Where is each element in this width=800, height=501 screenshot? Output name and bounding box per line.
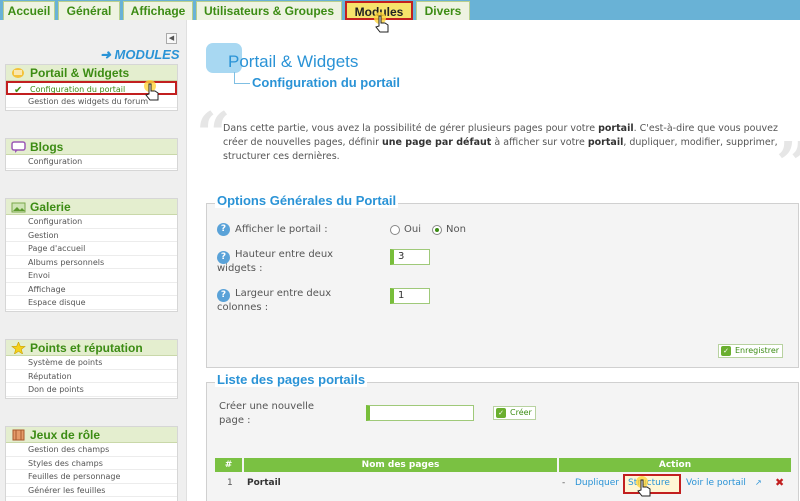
sidebar-item-gestion-champs[interactable]: Gestion des champs (6, 443, 177, 457)
create-page-input[interactable] (366, 405, 474, 421)
options-fieldset: Options Générales du Portail ? Afficher … (206, 193, 799, 368)
create-button[interactable]: ✓ Créer (493, 406, 536, 420)
star-icon (11, 342, 26, 354)
create-page-label-cont: page : (219, 415, 251, 426)
sidebar-item-galerie-gestion[interactable]: Gestion (6, 229, 177, 242)
col-header-action: Action (559, 458, 791, 472)
sidebar-section-jeux-role: Jeux de rôle Gestion des champs Styles d… (5, 426, 178, 501)
col-header-name: Nom des pages (244, 458, 557, 472)
main-content: Portail & Widgets Configuration du porta… (188, 20, 800, 501)
hand-cursor-icon (636, 476, 651, 497)
tab-affichage[interactable]: Affichage (123, 1, 193, 20)
sidebar-section-blogs: Blogs Configuration (5, 138, 178, 171)
save-button[interactable]: ✓ Enregistrer (718, 344, 784, 358)
sidebar-item-generer-feuilles[interactable]: Générer les feuilles (6, 484, 177, 497)
help-icon[interactable]: ? (217, 223, 230, 236)
tab-general[interactable]: Général (58, 1, 120, 20)
height-input[interactable]: 3 (390, 249, 430, 265)
roleplay-icon (12, 429, 25, 441)
sidebar-section-title: Portail & Widgets (30, 66, 130, 80)
sidebar-item-feuilles-personnage[interactable]: Feuilles de personnage (6, 470, 177, 484)
sidebar-section-points: Points et réputation Système de points R… (5, 339, 178, 399)
row-dash: - (562, 478, 566, 488)
add-icon: ✓ (496, 408, 506, 418)
save-icon: ✓ (721, 346, 731, 356)
width-label-cont: colonnes : (217, 302, 269, 313)
pages-legend: Liste des pages portails (215, 372, 368, 387)
width-input[interactable]: 1 (390, 288, 430, 304)
blog-icon (11, 141, 26, 153)
collapse-sidebar-icon[interactable]: ◀ (166, 33, 177, 44)
sidebar-section-galerie: Galerie Configuration Gestion Page d'acc… (5, 198, 178, 312)
options-legend: Options Générales du Portail (215, 193, 399, 208)
tab-divers[interactable]: Divers (416, 1, 470, 20)
check-icon: ✔ (14, 85, 23, 95)
sidebar-item-galerie-configuration[interactable]: Configuration (6, 215, 177, 229)
row-page-name: Portail (247, 478, 281, 488)
radio-oui-label: Oui (404, 224, 421, 235)
radio-non[interactable] (432, 225, 442, 235)
row-num: 1 (227, 478, 233, 488)
sidebar-item-don-points[interactable]: Don de points (6, 383, 177, 397)
view-portal-link[interactable]: Voir le portail (686, 476, 746, 490)
gallery-icon (11, 202, 26, 213)
sidebar-item-galerie-albums[interactable]: Albums personnels (6, 256, 177, 269)
subtitle-connector (234, 72, 250, 84)
duplicate-link[interactable]: Dupliquer (575, 476, 619, 490)
create-page-label: Créer une nouvelle (219, 401, 315, 412)
sidebar-item-styles-champs[interactable]: Styles des champs (6, 457, 177, 470)
external-link-icon: ↗ (755, 478, 762, 487)
top-nav-bar: Accueil Général Affichage Utilisateurs &… (0, 0, 800, 20)
sidebar-item-galerie-envoi[interactable]: Envoi (6, 269, 177, 283)
sidebar-item-galerie-affichage[interactable]: Affichage (6, 283, 177, 296)
sidebar-item-reputation[interactable]: Réputation (6, 370, 177, 383)
sidebar-item-galerie-page-accueil[interactable]: Page d'accueil (6, 242, 177, 256)
intro-text: Dans cette partie, vous avez la possibil… (223, 123, 778, 162)
show-portal-label: Afficher le portail : (235, 224, 328, 235)
delete-icon[interactable]: ✖ (775, 476, 784, 489)
sidebar-title: ➜ MODULES (100, 47, 180, 62)
width-label: Largeur entre deux (235, 288, 332, 299)
pages-fieldset: Liste des pages portails Créer une nouve… (206, 372, 799, 501)
page-title: Portail & Widgets (228, 52, 359, 71)
tab-utilisateurs-groupes[interactable]: Utilisateurs & Groupes (196, 1, 342, 20)
tab-accueil[interactable]: Accueil (3, 1, 55, 20)
height-label-cont: widgets : (217, 263, 263, 274)
height-label: Hauteur entre deux (235, 249, 334, 260)
page-subtitle: Configuration du portail (252, 75, 401, 90)
sidebar-item-blogs-configuration[interactable]: Configuration (6, 155, 177, 169)
sidebar-item-systeme-points[interactable]: Système de points (6, 356, 177, 370)
radio-non-label: Non (446, 224, 466, 235)
portal-icon (12, 68, 24, 78)
sidebar-item-galerie-espace-disque[interactable]: Espace disque (6, 296, 177, 310)
radio-oui[interactable] (390, 225, 400, 235)
col-header-num: # (215, 458, 242, 472)
hand-cursor-icon (144, 80, 159, 101)
